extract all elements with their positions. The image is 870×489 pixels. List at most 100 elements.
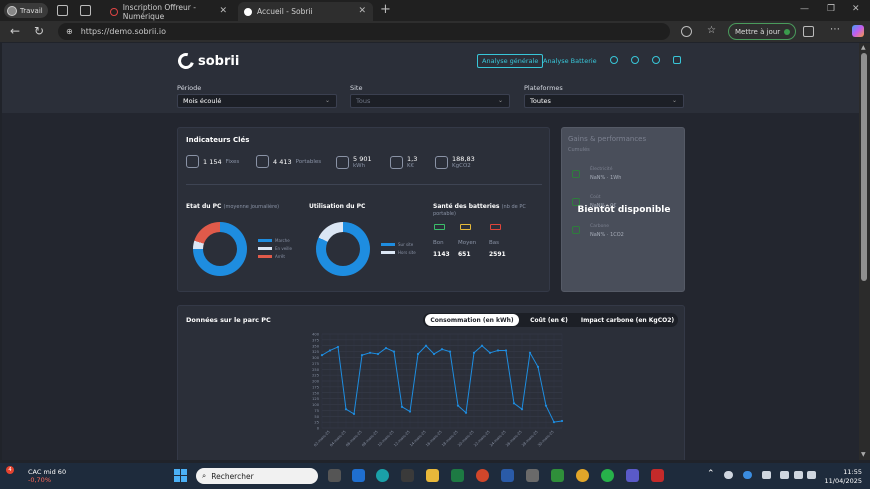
y-tick-label: 225 <box>312 374 319 378</box>
data-point <box>368 351 372 354</box>
battery-icon[interactable] <box>807 471 816 479</box>
nav-general-analysis[interactable]: Analyse générale <box>477 54 544 68</box>
sobrii-logo[interactable]: sobrii <box>175 50 239 72</box>
acrobat-icon[interactable] <box>651 469 664 482</box>
help-icon[interactable] <box>631 56 639 64</box>
reload-icon[interactable]: ↻ <box>34 24 44 38</box>
screenshot-icon[interactable] <box>803 26 814 37</box>
data-point <box>464 411 468 414</box>
site-select[interactable]: Tous ⌄ <box>350 94 510 108</box>
scroll-thumb[interactable] <box>861 53 867 281</box>
key-indicators-card: Indicateurs Clés 1 154 Fixes 4 413 Porta… <box>177 127 550 292</box>
close-tab-icon[interactable]: ✕ <box>219 6 227 16</box>
favicon-icon <box>244 7 252 16</box>
powerpoint-icon[interactable] <box>476 469 489 482</box>
cloud-icon[interactable] <box>724 471 733 479</box>
start-icon[interactable] <box>174 469 187 482</box>
chrome-icon[interactable] <box>576 469 589 482</box>
page-scrollbar[interactable]: ▲ ▼ <box>859 43 870 460</box>
more-options-icon[interactable]: ⋯ <box>830 24 840 35</box>
whatsapp-icon[interactable] <box>601 469 614 482</box>
electricity-icon <box>572 170 580 178</box>
app-header: sobrii Analyse générale Analyse Batterie… <box>2 43 859 113</box>
platforms-value: Toutes <box>530 97 551 105</box>
teams-icon[interactable] <box>626 469 639 482</box>
chart-app-icon[interactable] <box>551 469 564 482</box>
platforms-select[interactable]: Toutes ⌄ <box>524 94 684 108</box>
kpi-laptops: 4 413 Portables <box>256 155 321 168</box>
platforms-label: Plateformes <box>524 84 563 92</box>
nav-battery-analysis[interactable]: Analyse Batterie <box>539 54 601 68</box>
clock[interactable]: 11:55 11/04/2025 <box>822 468 862 486</box>
taskbar-search[interactable]: ⌕ Rechercher <box>196 468 318 484</box>
workspaces-icon[interactable] <box>57 5 68 16</box>
legend-swatch <box>258 239 272 242</box>
windows-taskbar: 4 CAC mid 60 -0,70% ⌕ Rechercher ⌃ 11:55… <box>0 463 870 489</box>
edge-icon[interactable] <box>376 469 389 482</box>
update-button[interactable]: Mettre à jour <box>728 23 796 40</box>
legend-label: Sur site <box>398 242 414 247</box>
x-tick-label: 30-mars-25 <box>537 430 555 448</box>
legend-item: Arrêt <box>258 254 285 259</box>
extensions-icon[interactable] <box>681 26 692 37</box>
copilot-icon[interactable] <box>852 25 864 37</box>
url-field[interactable]: ⊕ https://demo.sobrii.io <box>58 23 670 40</box>
chevron-up-icon[interactable]: ⌃ <box>707 469 715 479</box>
logout-icon[interactable] <box>673 56 681 64</box>
segment-consumption[interactable]: Consommation (en kWh) <box>425 314 519 326</box>
kpi-fixed: 1 154 Fixes <box>186 155 239 168</box>
maximize-icon[interactable]: ❐ <box>827 4 835 14</box>
period-select[interactable]: Mois écoulé ⌄ <box>177 94 337 108</box>
segment-cost[interactable]: Coût (en €) <box>519 314 579 326</box>
excel-icon[interactable] <box>451 469 464 482</box>
close-tab-icon[interactable]: ✕ <box>358 6 366 16</box>
scroll-down-icon[interactable]: ▼ <box>861 451 866 458</box>
data-point <box>416 352 420 356</box>
scroll-up-icon[interactable]: ▲ <box>861 44 866 51</box>
carbon-icon <box>572 226 580 234</box>
stock-widget[interactable]: 4 CAC mid 60 -0,70% <box>6 466 67 484</box>
battery-medium-icon <box>460 224 471 230</box>
y-tick-label: 400 <box>312 333 320 337</box>
kpi-text: 1,3 K€ <box>407 155 417 169</box>
chart-section-title: Données sur le parc PC <box>186 316 271 324</box>
stock-name: CAC mid 60 <box>28 468 67 476</box>
y-tick-label: 375 <box>312 338 319 342</box>
tab-accueil[interactable]: Accueil - Sobrii ✕ <box>238 2 373 21</box>
pc-usage-title: Utilisation du PC <box>309 203 366 210</box>
leaf-icon <box>435 155 448 169</box>
kpi-text: 188,83 KgCO2 <box>452 155 475 169</box>
settings-icon[interactable] <box>610 56 618 64</box>
minimize-icon[interactable]: — <box>800 4 809 14</box>
data-point <box>328 349 332 352</box>
data-point <box>456 404 460 407</box>
profile-button[interactable]: Travail <box>4 3 48 18</box>
onedrive-icon[interactable] <box>743 471 752 479</box>
mic-muted-icon[interactable] <box>762 471 771 479</box>
battery-low-icon <box>490 224 501 230</box>
volume-icon[interactable] <box>794 471 803 479</box>
task-view-icon[interactable] <box>328 469 341 482</box>
store-icon[interactable] <box>401 469 414 482</box>
fleet-data-card: Données sur le parc PC Consommation (en … <box>177 305 685 460</box>
new-tab-icon[interactable]: + <box>380 2 391 17</box>
close-window-icon[interactable]: ✕ <box>852 4 860 14</box>
tab-inscription[interactable]: Inscription Offreur - Numérique ✕ <box>104 2 234 21</box>
y-tick-label: 350 <box>312 344 320 348</box>
snipping-tool-icon[interactable] <box>526 469 539 482</box>
back-icon[interactable]: ← <box>10 24 20 38</box>
pc-state-title: Etat du PC (moyenne journalière) <box>186 203 279 210</box>
file-explorer-icon[interactable] <box>426 469 439 482</box>
account-icon[interactable] <box>652 56 660 64</box>
favorites-icon[interactable]: ☆ <box>707 25 716 36</box>
y-tick-label: 25 <box>314 421 319 425</box>
data-point <box>448 350 452 353</box>
outlook-icon[interactable] <box>352 469 365 482</box>
kpi-value: 188,83 <box>452 155 475 163</box>
word-icon[interactable] <box>501 469 514 482</box>
kpi-value: 1 154 <box>203 157 222 166</box>
segment-carbon[interactable]: Impact carbone (en KgCO2) <box>579 314 676 326</box>
tab-actions-icon[interactable] <box>80 5 91 16</box>
favicon-icon <box>110 7 118 16</box>
wifi-icon[interactable] <box>780 471 789 479</box>
